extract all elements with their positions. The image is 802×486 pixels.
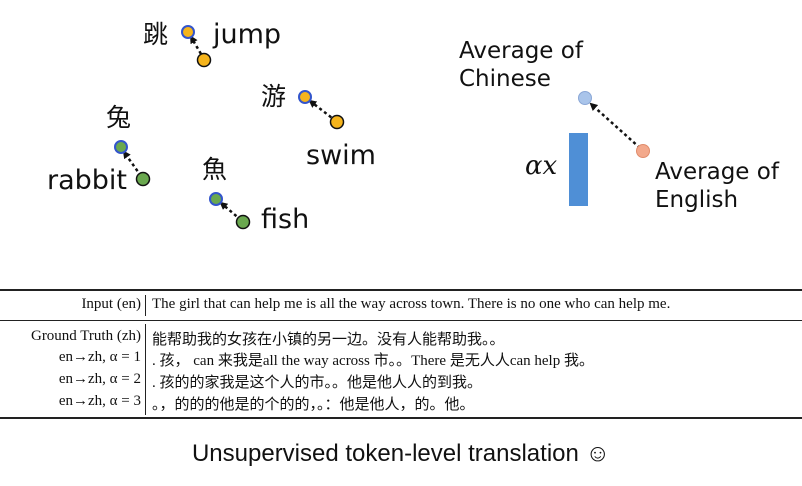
table-top-rule xyxy=(0,289,802,291)
row-header: Ground Truth (zh) xyxy=(30,328,141,344)
fish-english-point xyxy=(235,214,251,230)
row-header: en→zh, α = 1 xyxy=(58,349,141,365)
label-zh-fish: 魚 xyxy=(202,155,228,184)
swim-english-point xyxy=(329,114,345,130)
rabbit-chinese-point xyxy=(114,140,128,154)
avg-chinese-line-1: Average of xyxy=(459,38,583,64)
row-text: 。，的的的他是的个的的，。：他是他人，的。他。 xyxy=(152,397,475,413)
jump-english-point xyxy=(196,52,212,68)
label-en-rabbit: rabbit xyxy=(47,165,128,196)
header-divider-top xyxy=(145,295,146,316)
label-alpha-x: αx xyxy=(525,151,558,181)
row-text: . 孩， can 来我是all the way across 市。。There … xyxy=(152,353,594,369)
avg-english-line-1: Average of xyxy=(655,159,779,185)
table-mid-rule xyxy=(0,320,802,321)
label-zh-rabbit: 兔 xyxy=(106,103,132,132)
row-text: 能帮助我的女孩在小镇的另一边。没有人能帮助我。。 xyxy=(152,332,505,348)
translation-table: Input (en) The girl that can help me is … xyxy=(0,289,802,419)
caption: Unsupervised token-level translation ☺ xyxy=(191,440,611,467)
table-bottom-rule xyxy=(0,417,802,419)
alpha-bar xyxy=(569,133,588,206)
label-en-jump: jump xyxy=(213,19,282,50)
avg-chinese-line-2: Chinese xyxy=(459,65,551,92)
row-header: en→zh, α = 2 xyxy=(58,371,141,387)
label-average-english: Average of English xyxy=(655,159,779,214)
jump-chinese-point xyxy=(181,25,195,39)
embedding-diagram: 跳 jump 游 swim 兔 rabbit 魚 fish Average of… xyxy=(0,0,802,270)
average-chinese-point xyxy=(578,91,592,105)
row-header: en→zh, α = 3 xyxy=(58,393,141,409)
label-zh-jump: 跳 xyxy=(143,20,169,49)
diagram-canvas xyxy=(114,25,650,230)
row-text: . 孩的的家我是这个人的市。。他是他人人的到我。 xyxy=(152,375,483,391)
input-header: Input (en) xyxy=(81,296,141,312)
average-english-point xyxy=(636,144,650,158)
label-average-chinese: Average of Chinese xyxy=(459,38,583,93)
avg-english-line-2: English xyxy=(655,186,739,213)
swim-chinese-point xyxy=(298,90,312,104)
rabbit-english-point xyxy=(135,171,151,187)
fish-chinese-point xyxy=(209,192,223,206)
label-zh-swim: 游 xyxy=(261,82,287,111)
label-en-fish: fish xyxy=(261,204,310,235)
average-arrow xyxy=(589,102,641,149)
label-en-swim: swim xyxy=(306,140,376,171)
input-text: The girl that can help me is all the way… xyxy=(152,296,671,312)
header-divider-bottom xyxy=(145,324,146,415)
